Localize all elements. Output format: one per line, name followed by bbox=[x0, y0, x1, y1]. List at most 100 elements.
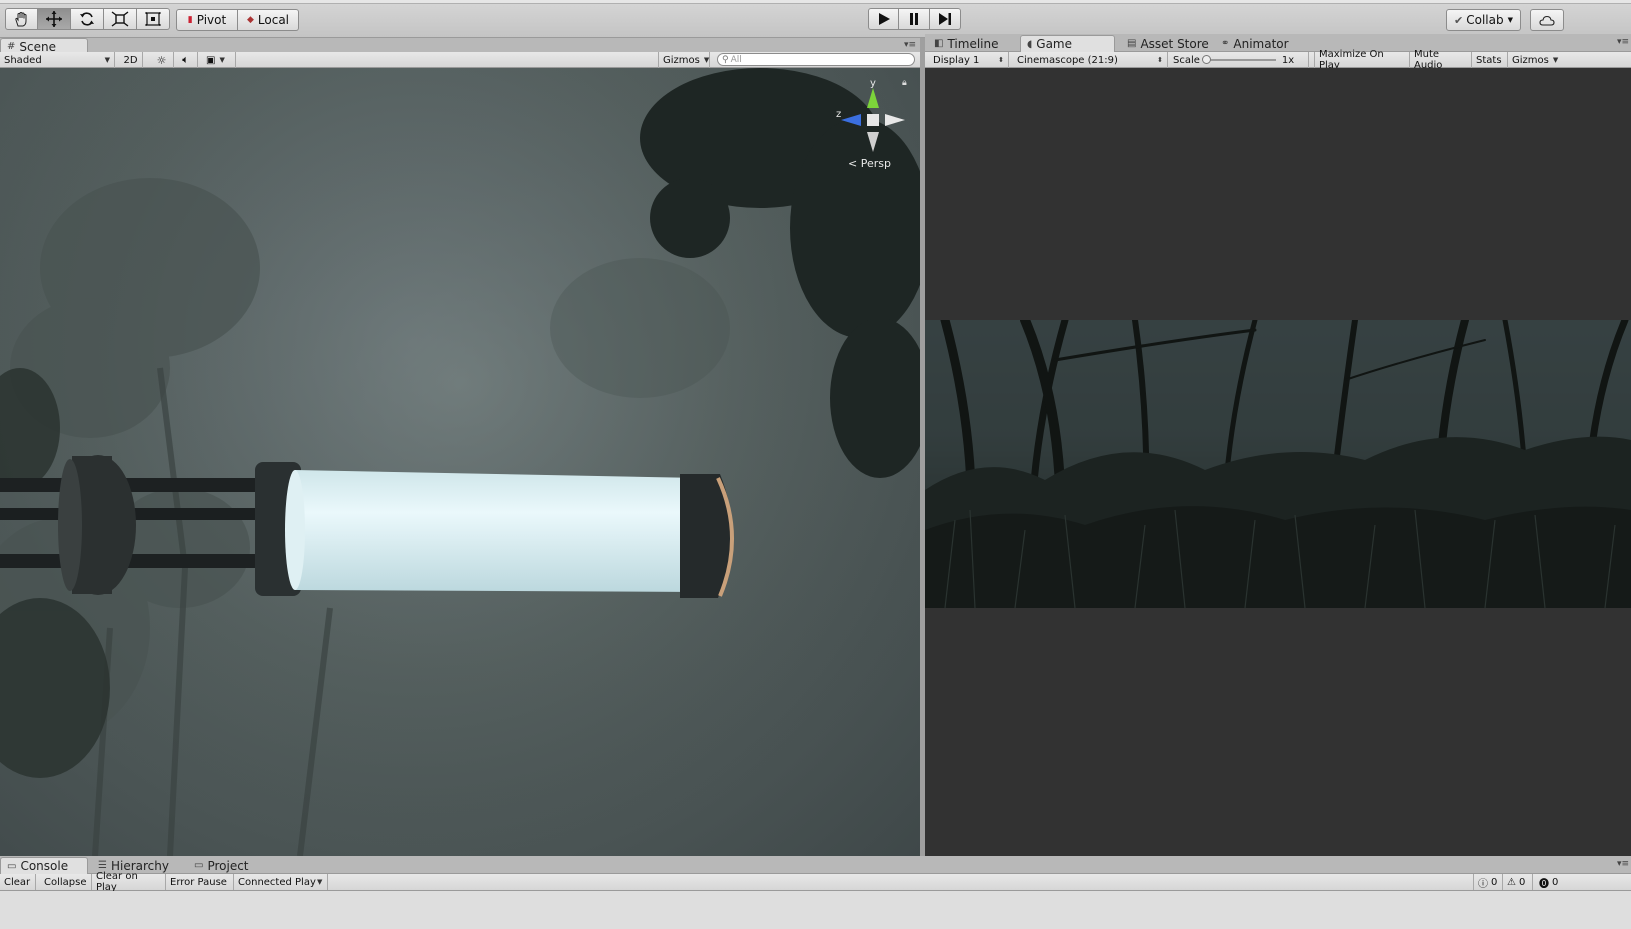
console-icon: ▭ bbox=[7, 860, 17, 872]
shading-mode-dropdown[interactable]: Shaded ▼ bbox=[0, 52, 115, 68]
mute-audio-toggle[interactable]: Mute Audio bbox=[1410, 49, 1472, 71]
rotate-tool-button[interactable] bbox=[71, 8, 104, 30]
cloud-button[interactable] bbox=[1530, 9, 1564, 31]
panel-menu-icon[interactable]: ▾≡ bbox=[904, 40, 916, 50]
aspect-dropdown[interactable]: Cinemascope (21:9) ⬍ bbox=[1013, 52, 1168, 68]
image-icon: ▣ bbox=[206, 54, 216, 66]
connected-player-label: Connected Player bbox=[238, 876, 316, 888]
hand-tool-button[interactable] bbox=[5, 8, 38, 30]
collab-check-icon: ✔ bbox=[1454, 13, 1464, 27]
error-count-toggle[interactable]: ⓿ 0 bbox=[1535, 874, 1565, 890]
mode-2d-toggle[interactable]: 2D bbox=[119, 52, 143, 68]
orientation-gizmo[interactable] bbox=[833, 80, 913, 160]
tab-project[interactable]: ▭ Project bbox=[188, 857, 255, 874]
rect-transform-icon bbox=[145, 12, 161, 26]
maximize-on-play-toggle[interactable]: Maximize On Play bbox=[1314, 49, 1410, 71]
scene-grid-icon: # bbox=[7, 41, 16, 52]
menu-strip bbox=[0, 0, 1631, 4]
game-icon: ◖ bbox=[1027, 38, 1033, 50]
move-tool-button[interactable] bbox=[38, 8, 71, 30]
tab-game-label: Game bbox=[1036, 37, 1073, 51]
scene-gizmos-dropdown[interactable]: Gizmos ▼ bbox=[658, 52, 710, 68]
game-tab-strip: ◧ Timeline ◖ Game ▤ Asset Store ⚭ Animat… bbox=[925, 34, 1631, 52]
tab-console[interactable]: ▭ Console bbox=[0, 857, 88, 874]
info-icon: ⓘ bbox=[1478, 878, 1488, 890]
axis-z-label: z bbox=[836, 109, 842, 120]
move-arrows-icon bbox=[46, 11, 62, 27]
step-icon bbox=[939, 13, 951, 25]
tab-asset-store[interactable]: ▤ Asset Store bbox=[1121, 35, 1215, 52]
pause-button[interactable] bbox=[899, 8, 930, 30]
pivot-label: Pivot bbox=[196, 13, 227, 27]
hierarchy-icon: ☰ bbox=[98, 860, 107, 871]
rect-tool-button[interactable] bbox=[137, 8, 170, 30]
scene-viewport[interactable]: y z 🔒︎ < Persp bbox=[0, 68, 920, 856]
chevron-down-icon: ▼ bbox=[1552, 56, 1559, 64]
game-viewport[interactable] bbox=[925, 68, 1631, 856]
error-pause-toggle[interactable]: Error Pause bbox=[166, 874, 234, 890]
transform-tools bbox=[5, 8, 170, 30]
shading-mode-label: Shaded bbox=[4, 54, 42, 66]
axis-y-label: y bbox=[870, 78, 876, 89]
chevron-down-icon: ▼ bbox=[219, 56, 225, 64]
stats-toggle[interactable]: Stats bbox=[1472, 52, 1508, 68]
pivot-toggle-button[interactable]: ▮ Pivot bbox=[176, 9, 238, 31]
chevron-down-icon: ▼ bbox=[703, 56, 710, 64]
scale-slider-handle[interactable] bbox=[1201, 55, 1211, 64]
scale-icon bbox=[111, 11, 129, 27]
scale-slider[interactable] bbox=[1201, 55, 1276, 64]
scene-search-field[interactable]: ⚲ All bbox=[717, 53, 915, 66]
console-log-area[interactable] bbox=[0, 891, 1631, 929]
projection-chevron-icon: < bbox=[848, 157, 858, 170]
scale-value: 1x bbox=[1281, 54, 1295, 66]
warning-count-toggle[interactable]: ⚠︎ 0 bbox=[1503, 874, 1533, 890]
warning-icon: ⚠︎ bbox=[1507, 876, 1516, 888]
scale-slider-group: Scale 1x bbox=[1169, 52, 1309, 68]
projection-toggle[interactable]: < Persp bbox=[848, 157, 891, 170]
tab-project-label: Project bbox=[207, 858, 249, 873]
lock-icon[interactable]: 🔒︎ bbox=[902, 78, 907, 88]
game-gizmos-dropdown[interactable]: Gizmos ▼ bbox=[1508, 52, 1566, 68]
folder-icon: ▭ bbox=[194, 860, 204, 871]
info-count-toggle[interactable]: ⓘ 0 bbox=[1473, 874, 1503, 890]
console-tab-strip: ▭ Console ☰ Hierarchy ▭ Project ▾≡ bbox=[0, 856, 1631, 874]
timeline-icon: ◧ bbox=[934, 38, 944, 49]
tab-animator[interactable]: ⚭ Animator bbox=[1215, 35, 1295, 52]
scene-gizmos-label: Gizmos bbox=[663, 54, 700, 66]
collab-label: Collab bbox=[1466, 13, 1504, 27]
tab-timeline[interactable]: ◧ Timeline bbox=[928, 35, 1004, 52]
panel-menu-icon[interactable]: ▾≡ bbox=[1617, 37, 1629, 47]
chevron-down-icon: ▼ bbox=[317, 878, 323, 886]
animator-icon: ⚭ bbox=[1221, 38, 1230, 49]
cloud-icon bbox=[1539, 15, 1555, 26]
search-icon: ⚲ bbox=[722, 54, 729, 65]
effects-dropdown[interactable]: ▣ ▼ bbox=[202, 52, 236, 68]
play-button[interactable] bbox=[868, 8, 899, 30]
collapse-toggle[interactable]: Collapse bbox=[40, 874, 92, 890]
clear-on-play-toggle[interactable]: Clear on Play bbox=[92, 871, 166, 893]
unity-editor-window: ▮ Pivot ◆ Local ✔ Collab ▼ # Scene ▾≡ Sh… bbox=[0, 0, 1631, 929]
lighting-toggle[interactable]: ☼ bbox=[150, 52, 174, 68]
console-toolbar: Clear Collapse Clear on Play Error Pause… bbox=[0, 871, 1631, 893]
display-dropdown[interactable]: Display 1 ⬍ bbox=[929, 52, 1009, 68]
warning-count: 0 bbox=[1518, 876, 1526, 888]
audio-toggle[interactable]: 🔈︎ bbox=[174, 52, 198, 68]
collab-dropdown[interactable]: ✔ Collab ▼ bbox=[1446, 9, 1521, 31]
step-button[interactable] bbox=[930, 8, 961, 30]
tab-game[interactable]: ◖ Game bbox=[1020, 35, 1115, 52]
clear-on-play-label: Clear on Play bbox=[96, 871, 138, 893]
tab-animator-label: Animator bbox=[1233, 36, 1289, 51]
local-toggle-button[interactable]: ◆ Local bbox=[238, 9, 299, 31]
clear-label: Clear bbox=[4, 876, 31, 888]
clear-button[interactable]: Clear bbox=[0, 874, 36, 890]
play-controls bbox=[868, 8, 961, 30]
info-count: 0 bbox=[1491, 876, 1498, 888]
connected-player-dropdown[interactable]: Connected Player ▼ bbox=[234, 874, 328, 890]
scale-tool-button[interactable] bbox=[104, 8, 137, 30]
chevron-down-icon: ▼ bbox=[104, 56, 110, 64]
scene-toolbar: Shaded ▼ 2D ☼ 🔈︎ ▣ ▼ Gizmos ▼ ⚲ All bbox=[0, 52, 920, 68]
pivot-icon: ▮ bbox=[187, 15, 193, 25]
sun-icon: ☼ bbox=[156, 53, 167, 67]
stats-label: Stats bbox=[1476, 54, 1502, 66]
panel-menu-icon[interactable]: ▾≡ bbox=[1617, 859, 1629, 869]
